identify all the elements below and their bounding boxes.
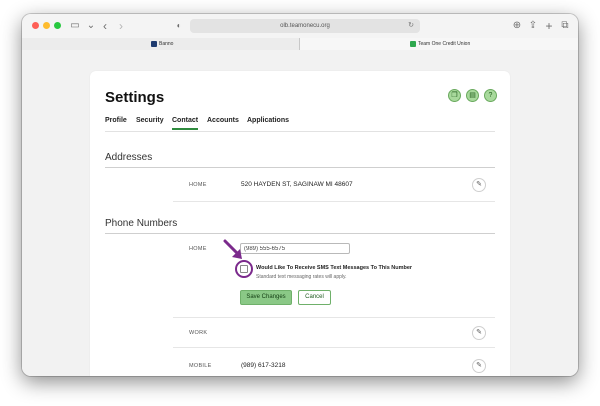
address-bar-url: olb.teamonecu.org <box>280 23 330 29</box>
sms-opt-in-label: Would Like To Receive SMS Text Messages … <box>256 265 413 271</box>
home-address-value: 520 HAYDEN ST, SAGINAW MI 48607 <box>241 181 353 188</box>
help-icon[interactable]: ? <box>484 89 497 102</box>
back-icon[interactable]: ‹ <box>98 19 112 33</box>
teamone-favicon-icon <box>410 41 416 47</box>
tab-accounts[interactable]: Accounts <box>207 117 239 124</box>
browser-tab-label: Banno <box>159 41 174 47</box>
document-icon[interactable]: ▤ <box>466 89 479 102</box>
download-icon[interactable]: ⊕ <box>510 19 524 33</box>
settings-card: Settings ❐ ▤ ? Profile Security Contact … <box>90 71 510 376</box>
browser-window: ▭ ⌄ ‹ › ◐ olb.teamonecu.org ↻ ⊕ ⇪ + ⧉ Ba… <box>22 14 578 376</box>
section-divider <box>105 167 495 168</box>
highlight-circle-annotation <box>235 260 253 278</box>
copy-icon[interactable]: ❐ <box>448 89 461 102</box>
browser-tab-bar: Banno Team One Credit Union <box>22 38 578 50</box>
edit-home-address-button[interactable]: ✎ <box>472 178 486 192</box>
mobile-phone-value: (989) 617-3218 <box>241 362 286 369</box>
home-phone-label: HOME <box>189 246 207 252</box>
tab-overview-icon[interactable]: ⧉ <box>558 19 572 33</box>
zoom-window-button[interactable] <box>54 22 61 29</box>
chevron-down-icon[interactable]: ⌄ <box>84 19 98 33</box>
edit-mobile-phone-button[interactable]: ✎ <box>472 359 486 373</box>
browser-tab-teamone[interactable]: Team One Credit Union <box>300 38 578 50</box>
browser-tab-label: Team One Credit Union <box>418 41 471 47</box>
cancel-button[interactable]: Cancel <box>298 290 331 305</box>
tab-security[interactable]: Security <box>136 117 164 124</box>
phone-numbers-heading: Phone Numbers <box>105 218 178 229</box>
home-address-label: HOME <box>189 182 207 188</box>
section-divider <box>105 233 495 234</box>
banno-favicon-icon <box>151 41 157 47</box>
reload-icon[interactable]: ↻ <box>408 19 414 33</box>
row-divider <box>173 317 495 318</box>
forward-icon[interactable]: › <box>114 19 128 33</box>
mobile-phone-label: MOBILE <box>189 363 212 369</box>
tabs-divider <box>105 131 495 132</box>
row-divider <box>173 201 495 202</box>
home-phone-input[interactable] <box>240 243 350 254</box>
row-divider <box>173 347 495 348</box>
share-icon[interactable]: ⇪ <box>526 19 540 33</box>
page-content: Settings ❐ ▤ ? Profile Security Contact … <box>22 51 578 376</box>
browser-toolbar: ▭ ⌄ ‹ › ◐ olb.teamonecu.org ↻ ⊕ ⇪ + ⧉ <box>22 14 578 38</box>
tab-applications[interactable]: Applications <box>247 117 289 124</box>
work-phone-label: WORK <box>189 330 208 336</box>
close-window-button[interactable] <box>32 22 39 29</box>
tab-contact[interactable]: Contact <box>172 117 199 130</box>
new-tab-icon[interactable]: + <box>542 19 556 33</box>
sms-rates-note: Standard text messaging rates will apply… <box>256 274 347 280</box>
tab-profile[interactable]: Profile <box>105 117 127 124</box>
save-changes-button[interactable]: Save Changes <box>240 290 292 305</box>
addresses-heading: Addresses <box>105 152 153 163</box>
minimize-window-button[interactable] <box>43 22 50 29</box>
edit-work-phone-button[interactable]: ✎ <box>472 326 486 340</box>
page-title: Settings <box>105 89 165 106</box>
address-bar[interactable]: olb.teamonecu.org ↻ <box>190 19 420 33</box>
sidebar-icon[interactable]: ▭ <box>68 19 82 33</box>
privacy-shield-icon[interactable]: ◐ <box>172 19 186 33</box>
browser-tab-banno[interactable]: Banno <box>22 38 300 50</box>
